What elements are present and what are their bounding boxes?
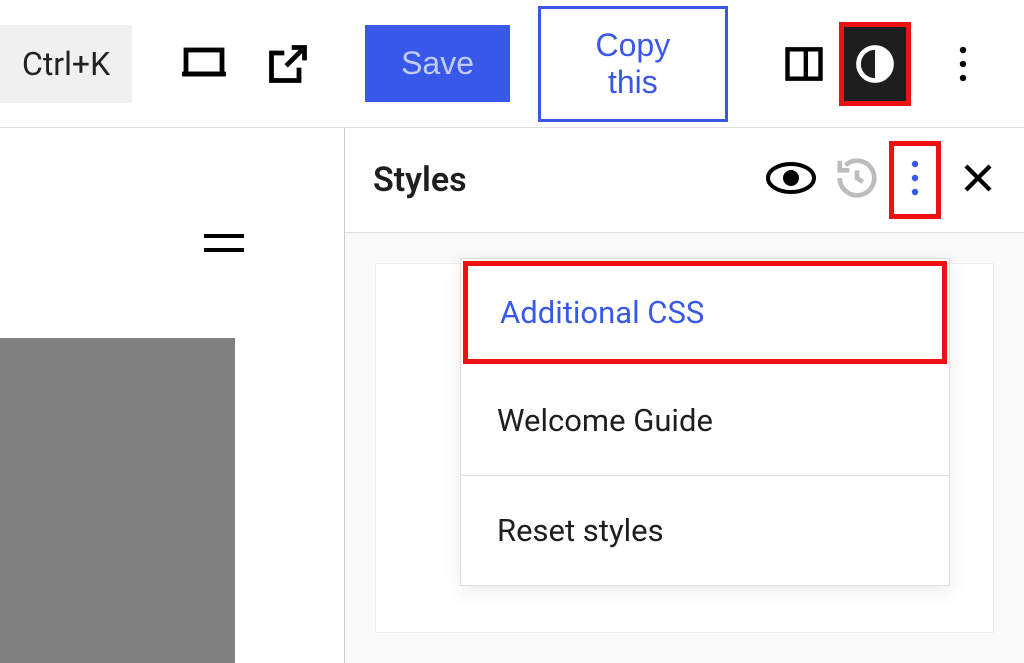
styles-more-menu: Additional CSS Welcome Guide Reset style…: [460, 258, 950, 586]
sidebar-toggle-icon[interactable]: [772, 26, 836, 102]
menu-icon[interactable]: [200, 228, 248, 262]
top-toolbar: Ctrl+K Save Copy this: [0, 0, 1024, 128]
styles-panel: Styles: [345, 128, 1024, 663]
styles-panel-header: Styles: [345, 128, 1024, 233]
styles-panel-body: Additional CSS Welcome Guide Reset style…: [345, 233, 1024, 663]
menu-item-additional-css[interactable]: Additional CSS: [465, 263, 945, 362]
menu-item-reset-styles[interactable]: Reset styles: [461, 476, 949, 585]
menu-item-welcome-guide[interactable]: Welcome Guide: [461, 366, 949, 476]
stylebook-eye-icon[interactable]: [766, 161, 816, 199]
save-button[interactable]: Save: [365, 25, 510, 102]
close-panel-icon[interactable]: [960, 160, 996, 200]
revisions-history-icon[interactable]: [834, 155, 880, 205]
main-body: Styles: [0, 128, 1024, 663]
content-placeholder-block: [0, 338, 235, 663]
more-options-icon[interactable]: [939, 36, 986, 92]
device-desktop-icon[interactable]: [180, 36, 228, 92]
panel-more-icon[interactable]: [898, 150, 932, 210]
styles-contrast-icon[interactable]: [843, 26, 907, 102]
panel-title: Styles: [373, 160, 748, 200]
copy-this-button[interactable]: Copy this: [538, 6, 728, 122]
external-link-icon[interactable]: [264, 36, 311, 92]
editor-canvas: [0, 128, 345, 663]
command-shortcut-button[interactable]: Ctrl+K: [0, 25, 132, 103]
